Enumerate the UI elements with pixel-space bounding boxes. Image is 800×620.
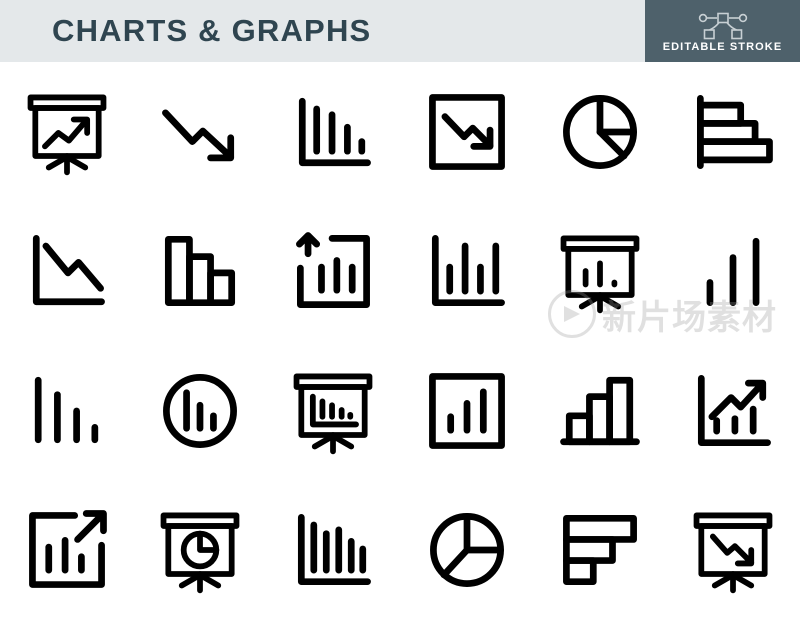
icon-cell-presentation-board-pie[interactable] xyxy=(133,481,266,620)
icon-cell-pie-chart-three-slice[interactable] xyxy=(533,62,666,202)
framed-line-down-icon xyxy=(428,93,505,170)
icon-cell-arrow-trend-down[interactable] xyxy=(133,62,266,202)
framed-bars-ascending-icon xyxy=(428,372,505,449)
presentation-board-bar-axis-icon xyxy=(293,373,373,454)
icon-cell-presentation-board-bars[interactable] xyxy=(533,202,666,342)
editable-stroke-badge: EDITABLE STROKE xyxy=(645,0,800,62)
presentation-board-pie-icon xyxy=(160,512,240,594)
icon-cell-framed-bars-ascending[interactable] xyxy=(400,341,533,481)
bar-chart-descending-plain-icon xyxy=(34,376,98,443)
bar-chart-five-bars-axis-icon xyxy=(298,514,372,586)
line-chart-up-bars-axis-icon xyxy=(698,374,772,446)
pie-chart-equal-thirds-icon xyxy=(429,513,504,588)
icon-cell-framed-bars-up-arrow[interactable] xyxy=(267,202,400,342)
arrow-trend-down-icon xyxy=(162,109,235,162)
bar-chart-four-bars-axis-icon xyxy=(431,235,505,307)
line-chart-down-axis-icon xyxy=(32,235,105,306)
icon-cell-line-chart-up-bars-axis[interactable] xyxy=(667,341,800,481)
icon-cell-bar-chart-ascending-plain[interactable] xyxy=(667,202,800,342)
header-bar: CHARTS & GRAPHS EDITABLE STROKE xyxy=(0,0,800,62)
bar-chart-descending-solid-icon xyxy=(164,236,236,307)
framed-bars-up-arrow-icon xyxy=(296,232,371,309)
icon-cell-bar-chart-descending-plain[interactable] xyxy=(0,341,133,481)
bar-chart-ascending-outline-icon xyxy=(560,376,640,445)
icon-cell-framed-line-down[interactable] xyxy=(400,62,533,202)
horizontal-bar-chart-descending-icon xyxy=(563,515,637,586)
icon-cell-bar-chart-five-bars-axis[interactable] xyxy=(267,481,400,620)
presentation-board-bars-icon xyxy=(560,235,640,314)
icon-grid xyxy=(0,62,800,620)
page-title: CHARTS & GRAPHS xyxy=(52,13,372,48)
icon-cell-horizontal-bar-chart-descending[interactable] xyxy=(533,481,666,620)
icon-cell-horizontal-bar-chart-ascending[interactable] xyxy=(667,62,800,202)
presentation-board-line-up-icon xyxy=(27,94,107,175)
icon-cell-bar-chart-descending-axis[interactable] xyxy=(267,62,400,202)
icon-cell-bar-chart-four-bars-axis[interactable] xyxy=(400,202,533,342)
framed-bars-out-arrow-icon xyxy=(28,510,107,589)
icon-cell-presentation-board-line-down[interactable] xyxy=(667,481,800,620)
bezier-node-icon xyxy=(698,12,747,39)
horizontal-bar-chart-ascending-icon xyxy=(697,94,774,169)
presentation-board-line-down-icon xyxy=(693,512,773,594)
icon-cell-presentation-board-bar-axis[interactable] xyxy=(267,341,400,481)
badge-label: EDITABLE STROKE xyxy=(662,40,783,53)
pie-chart-three-slice-icon xyxy=(563,94,637,169)
icon-cell-bar-chart-ascending-outline[interactable] xyxy=(533,341,666,481)
icon-cell-line-chart-down-axis[interactable] xyxy=(0,202,133,342)
bar-chart-ascending-plain-icon xyxy=(706,238,760,307)
bar-chart-descending-axis-icon xyxy=(299,97,372,166)
icon-cell-bar-chart-descending-solid[interactable] xyxy=(133,202,266,342)
circle-bar-chart-icon xyxy=(163,373,237,448)
icon-cell-presentation-board-line-up[interactable] xyxy=(0,62,133,202)
icon-cell-pie-chart-equal-thirds[interactable] xyxy=(400,481,533,620)
icon-cell-circle-bar-chart[interactable] xyxy=(133,341,266,481)
icon-cell-framed-bars-out-arrow[interactable] xyxy=(0,481,133,620)
